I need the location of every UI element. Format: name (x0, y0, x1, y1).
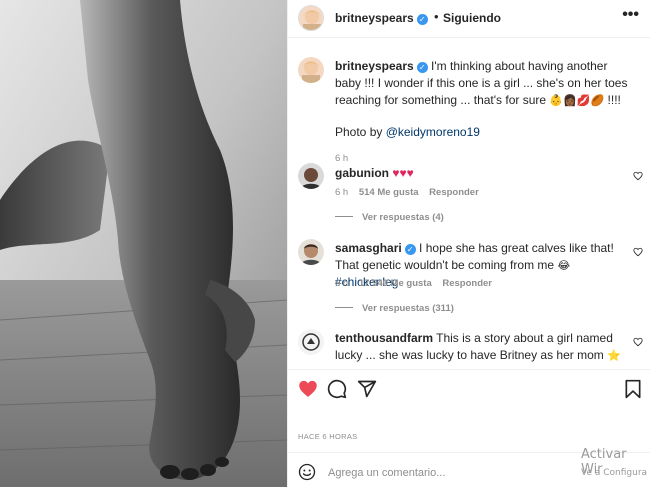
heart-icon[interactable] (298, 379, 318, 399)
comment-likes[interactable]: 17.940 Me gusta (359, 278, 432, 289)
caption-trailing: !!!! (604, 93, 621, 107)
emoji-icon[interactable] (298, 463, 316, 481)
comment-meta: 6 h 514 Me gusta Responder (335, 187, 487, 198)
replies-line (335, 307, 353, 308)
verified-badge-icon: ✓ (416, 14, 428, 25)
star-emoji: ⭐ (607, 349, 621, 362)
header-username[interactable]: britneyspears ✓ (335, 11, 428, 25)
britney-avatar-icon (298, 57, 324, 83)
view-replies-button[interactable]: Ver respuestas (311) (335, 303, 454, 314)
caption-emojis: 👶👩🏾💋🏉 (549, 94, 605, 107)
comment-username[interactable]: samasghari (335, 241, 402, 255)
gabunion-avatar-icon (298, 163, 324, 189)
post-header: britneyspears ✓ • Siguiendo ••• (288, 0, 650, 38)
comment-input[interactable]: Agrega un comentario... (328, 467, 445, 479)
avatar[interactable] (298, 163, 324, 189)
comment-meta: 6 h 17.940 Me gusta Responder (335, 278, 500, 289)
photo-by-label: Photo by (335, 125, 386, 139)
following-button[interactable]: Siguiendo (443, 11, 501, 25)
comment-body: gabunion ♥♥♥ (335, 165, 631, 182)
separator-dot: • (434, 9, 439, 24)
avatar[interactable] (298, 239, 324, 265)
comment-username[interactable]: tenthousandfarm (335, 331, 433, 345)
post-panel: britneyspears ✓ • Siguiendo ••• britneysp… (287, 0, 650, 487)
view-replies-label[interactable]: Ver respuestas (4) (362, 212, 444, 223)
baby-feet-photo (0, 0, 287, 487)
avatar[interactable] (298, 329, 324, 355)
caption-username[interactable]: britneyspears (335, 59, 414, 73)
samasghari-avatar-icon (298, 239, 324, 265)
windows-activation-subtext: Ve a Configura (581, 468, 648, 478)
comment-emoji: 😂 (557, 259, 571, 272)
comment-time[interactable]: 6 h (335, 278, 348, 289)
comments-list[interactable]: britneyspears ✓ I'm thinking about having… (288, 39, 650, 369)
comment-time[interactable]: 6 h (335, 187, 348, 198)
comment-likes[interactable]: 514 Me gusta (359, 187, 419, 198)
red-hearts-text: ♥♥♥ (392, 166, 414, 180)
view-replies-label[interactable]: Ver respuestas (311) (362, 303, 454, 314)
comment-icon[interactable] (327, 379, 347, 399)
comment-body: tenthousandfarm This is a story about a … (335, 330, 631, 364)
reply-button[interactable]: Responder (442, 278, 492, 289)
britney-avatar-icon (299, 6, 323, 30)
more-options-icon[interactable]: ••• (622, 7, 639, 23)
avatar[interactable] (298, 57, 324, 83)
tenthousandfarm-avatar-icon (298, 329, 324, 355)
post-timestamp[interactable]: HACE 6 HORAS (298, 432, 357, 441)
comment-username[interactable]: gabunion (335, 166, 389, 180)
reply-button[interactable]: Responder (429, 187, 479, 198)
bookmark-icon[interactable] (624, 379, 642, 399)
verified-badge-icon: ✓ (416, 62, 428, 73)
like-comment-heart-icon[interactable] (633, 247, 643, 257)
header-username-text[interactable]: britneyspears (335, 11, 414, 25)
post-photo[interactable] (0, 0, 287, 487)
like-comment-heart-icon[interactable] (633, 337, 643, 347)
photo-credit-link[interactable]: @keidymoreno19 (386, 125, 480, 139)
caption-meta: 6 h (335, 153, 356, 164)
caption-body: britneyspears ✓ I'm thinking about having… (335, 58, 631, 141)
like-comment-heart-icon[interactable] (633, 171, 643, 181)
share-icon[interactable] (357, 379, 377, 399)
replies-line (335, 216, 353, 217)
caption-time[interactable]: 6 h (335, 153, 348, 164)
action-bar (288, 369, 650, 411)
view-replies-button[interactable]: Ver respuestas (4) (335, 212, 444, 223)
avatar[interactable] (298, 5, 324, 31)
verified-badge-icon: ✓ (404, 244, 416, 255)
